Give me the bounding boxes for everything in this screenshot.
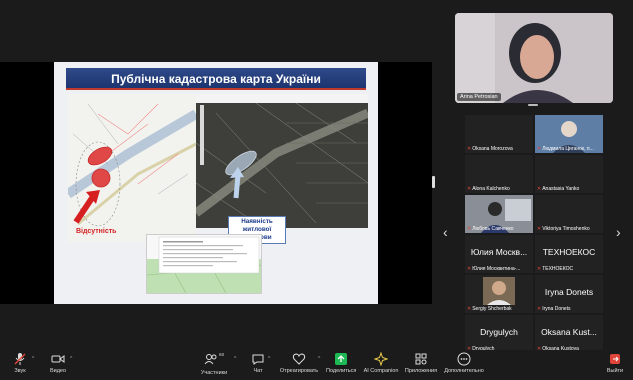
mic-muted-icon: ✕ [537,186,542,192]
mic-muted-icon: ✕ [467,186,472,192]
participant-name: Любовь Савченко [472,226,514,232]
participant-tile[interactable]: Oksana Kust... ✕Oksana Kustova [535,315,603,353]
participants-button[interactable]: 68 Участники [196,352,232,376]
speaker-portrait [455,13,613,103]
video-options-chevron-icon[interactable]: ^ [70,356,72,362]
participant-tile[interactable]: ✕Viktoriya Timoshenko [535,195,603,233]
apps-icon [415,353,427,365]
absence-label: Відсутність [76,228,117,235]
ai-companion-button[interactable]: AI Companion [362,352,400,374]
participant-tile[interactable]: Drygulych ✕Drygulych [465,315,533,353]
leave-label: Выйти [606,368,624,374]
ai-label: AI Companion [363,368,399,374]
active-speaker-video[interactable]: Arina Petrosian [455,13,613,103]
video-button[interactable]: Видео [46,352,70,374]
mic-muted-icon: ✕ [537,146,542,152]
reactions-label: Отреагировать [279,368,319,374]
heart-icon [292,353,306,365]
parcel-info-drawing [147,235,261,293]
presentation-slide: Публічна кадастрова карта України Відсут… [54,62,378,304]
more-label: Дополнительно [444,368,484,374]
participant-name: Юлия Москвитина-... [472,266,521,272]
chat-options-chevron-icon[interactable]: ^ [268,356,270,362]
participant-tile[interactable]: Iryna Donets ✕Iryna Donets [535,275,603,313]
reactions-button[interactable]: Отреагировать [278,352,320,374]
share-screen-icon [335,353,347,365]
page-indicator [528,104,538,106]
participant-tile[interactable]: ✕Sergiy Shcherbak [465,275,533,313]
participant-tile[interactable]: ✕Людмила Циганок, п... [535,115,603,153]
chat-label: Чат [253,368,263,374]
apps-button[interactable]: Приложения [404,352,438,374]
video-label: Видео [49,368,67,374]
participant-tile[interactable]: ✕Любовь Савченко [465,195,533,233]
mic-muted-icon: ✕ [467,226,472,232]
meeting-toolbar: Звук ^ Видео ^ 68 Участники ^ Чат ^ Отре… [0,350,633,380]
leave-button[interactable]: Выйти [603,352,627,374]
satellite-imagery [196,103,368,228]
share-label: Поделиться [326,368,357,374]
participant-display-name: ТЕХНОЕКОС [542,247,596,257]
video-camera-icon [51,355,65,363]
participant-name: Oksana Morozova [472,146,513,152]
participant-name: Anastasia Yanko [542,186,580,192]
mic-muted-icon: ✕ [537,306,542,312]
cadastral-map-drawing [68,94,196,242]
cadastral-map-left [68,94,196,242]
audio-label: Звук [14,368,26,374]
reactions-options-chevron-icon[interactable]: ^ [318,356,320,362]
speaker-name-label: Arina Petrosian [457,93,501,101]
participant-name: Людмила Циганок, п... [542,146,594,152]
participants-icon [204,354,217,365]
participant-tile[interactable]: ✕Anastasia Yanko [535,155,603,193]
map-toolbar [196,94,368,103]
audio-options-chevron-icon[interactable]: ^ [32,356,34,362]
participant-name: Alona Kalchenko [472,186,510,192]
participant-display-name: Юлия Москв... [470,247,528,257]
mic-muted-icon: ✕ [467,146,472,152]
chat-button[interactable]: Чат [248,352,268,374]
participants-gallery: ✕Oksana Morozova ✕Людмила Циганок, п... … [465,115,605,353]
participant-name: Viktoriya Timoshenko [542,226,590,232]
participant-name: ТЕХНОЕКОС [542,266,574,272]
participant-display-name: Oksana Kust... [541,327,597,337]
chat-bubble-icon [252,354,264,365]
participant-display-name: Iryna Donets [544,287,594,297]
participants-label: Участники [200,370,228,376]
participant-tile[interactable]: ✕Alona Kalchenko [465,155,533,193]
apps-label: Приложения [404,368,438,374]
satellite-map [196,94,368,228]
participant-tile[interactable]: ТЕХНОЕКОС ✕ТЕХНОЕКОС [535,235,603,273]
participant-name: Sergiy Shcherbak [472,306,512,312]
slide-title: Публічна кадастрова карта України [66,68,366,90]
participant-name: Iryna Donets [542,306,571,312]
gallery-next-arrow-icon[interactable]: › [616,224,621,240]
participant-tile[interactable]: Юлия Москв... ✕Юлия Москвитина-... [465,235,533,273]
gallery-prev-arrow-icon[interactable]: ‹ [443,224,448,240]
participant-display-name: Drygulych [480,327,518,337]
more-dots-icon [457,352,471,366]
leave-icon [610,354,620,364]
mic-muted-icon: ✕ [537,226,542,232]
participant-tile[interactable]: ✕Oksana Morozova [465,115,533,153]
share-screen-button[interactable]: Поделиться [326,352,356,374]
split-view-handle[interactable] [432,176,435,188]
mic-muted-icon: ✕ [467,266,472,272]
participants-options-chevron-icon[interactable]: ^ [234,356,236,362]
parcel-info-panel [146,234,262,294]
mic-muted-icon: ✕ [537,266,542,272]
more-button[interactable]: Дополнительно [442,352,486,374]
zoom-meeting-window: Публічна кадастрова карта України Відсут… [0,0,633,380]
mic-muted-icon [14,353,26,365]
sparkle-icon [374,352,388,366]
audio-button[interactable]: Звук [10,352,30,374]
participants-count: 68 [218,352,224,357]
mic-muted-icon: ✕ [467,306,472,312]
shared-screen[interactable]: Публічна кадастрова карта України Відсут… [0,62,432,304]
